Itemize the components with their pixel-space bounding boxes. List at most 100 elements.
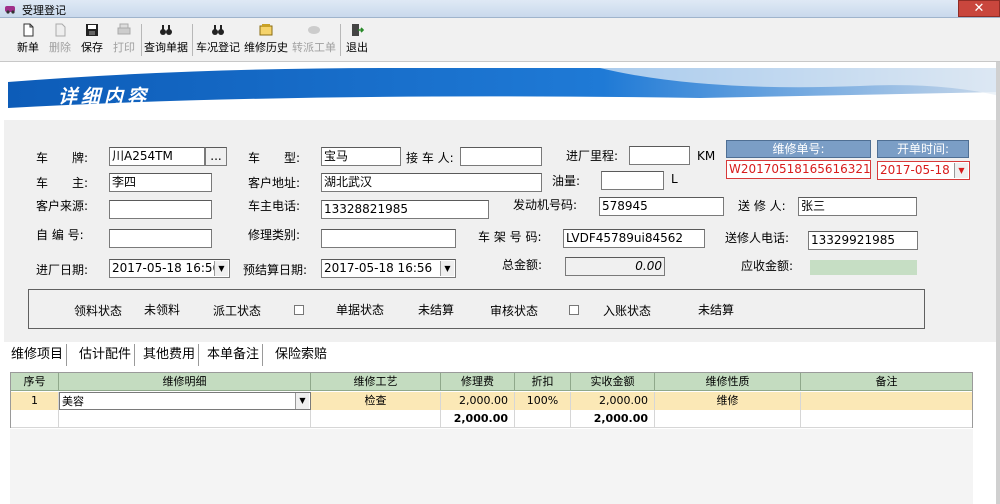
repair-type-input[interactable] [321, 229, 456, 248]
totals-cell [515, 410, 571, 428]
owner-label: 车 主: [36, 176, 89, 190]
repair-type-label: 修理类别: [248, 228, 301, 242]
column-header[interactable]: 实收金额 [571, 373, 655, 391]
exit-button[interactable]: 退出 [344, 22, 370, 58]
window-title: 受理登记 [22, 4, 66, 17]
column-header[interactable]: 修理费 [441, 373, 515, 391]
material-status-label: 领料状态 [74, 304, 123, 318]
chevron-down-icon[interactable]: ▼ [954, 163, 968, 178]
totals-cell [801, 410, 972, 428]
tab-estimated-parts[interactable]: 估计配件 [76, 344, 136, 366]
plate-input[interactable]: 川A254TM [109, 147, 205, 166]
toolbar-divider [340, 24, 341, 56]
total-label: 总金额: [502, 258, 543, 272]
car-register-button[interactable]: 车况登记 [196, 22, 240, 58]
open-time-header: 开单时间: [877, 140, 969, 158]
dispatch-status-label: 派工状态 [213, 304, 262, 318]
sender-phone-input[interactable]: 13329921985 [808, 231, 918, 250]
repair-history-button-label: 维修历史 [244, 41, 288, 54]
toolbar-divider [141, 24, 142, 56]
save-button-label: 保存 [81, 41, 103, 54]
column-header[interactable]: 备注 [801, 373, 972, 391]
address-label: 客户地址: [248, 176, 301, 190]
column-header[interactable]: 维修工艺 [311, 373, 441, 391]
binoculars-icon [212, 25, 224, 35]
sender-input[interactable]: 张三 [798, 197, 917, 216]
audit-status-checkbox[interactable] [569, 305, 579, 315]
column-header[interactable]: 维修明细 [59, 373, 311, 391]
delete-button[interactable]: 删除 [46, 22, 74, 58]
receivable-label: 应收金额: [741, 259, 794, 273]
tab-repair-items[interactable]: 维修项目 [8, 344, 68, 366]
mileage-input[interactable] [629, 146, 690, 165]
tab-other-fees[interactable]: 其他费用 [140, 344, 200, 366]
self-no-input[interactable] [109, 229, 212, 248]
posting-status-value: 未结算 [698, 303, 735, 317]
new-button[interactable]: 新单 [14, 22, 42, 58]
toolbar-divider [192, 24, 193, 56]
transfer-order-button[interactable]: 转派工单 [292, 22, 336, 58]
repair-detail-select[interactable]: 美容 ▼ [59, 392, 311, 410]
tab-bar: 维修项目 估计配件 其他费用 本单备注 保险索赔 [4, 344, 996, 366]
owner-phone-input[interactable]: 13328821985 [321, 200, 489, 219]
settle-date-select[interactable]: 2017-05-18 16:56 ▼ [321, 259, 456, 278]
transfer-icon [308, 26, 320, 34]
exit-button-label: 退出 [346, 41, 368, 54]
repair-fee-cell: 2,000.00 [441, 392, 515, 410]
print-button-label: 打印 [113, 41, 135, 54]
remark-cell [801, 392, 972, 410]
delete-icon [55, 23, 66, 37]
save-button[interactable]: 保存 [78, 22, 106, 58]
table-empty-area [10, 429, 973, 504]
repair-items-table: 序号 维修明细 维修工艺 修理费 折扣 实收金额 维修性质 备注 1 美容 ▼ … [10, 372, 973, 428]
mileage-unit: KM [697, 149, 716, 163]
total-actual-cell: 2,000.00 [571, 410, 655, 428]
row-index: 1 [11, 392, 59, 410]
repair-history-button[interactable]: 维修历史 [244, 22, 288, 58]
table-row[interactable]: 1 美容 ▼ 检查 2,000.00 100% 2,000.00 维修 [11, 392, 972, 410]
totals-row: 2,000.00 2,000.00 [11, 410, 972, 428]
total-value: 0.00 [565, 257, 665, 276]
open-time-select[interactable]: 2017-05-18 ▼ [877, 161, 970, 180]
print-button[interactable]: 打印 [110, 22, 138, 58]
query-button[interactable]: 查询单据 [144, 22, 188, 58]
source-input[interactable] [109, 200, 212, 219]
save-icon [86, 24, 98, 36]
bill-status-label: 单据状态 [336, 303, 385, 317]
order-no-header: 维修单号: [726, 140, 871, 158]
mileage-label: 进厂里程: [566, 149, 619, 163]
column-header[interactable]: 序号 [11, 373, 59, 391]
settle-date-label: 预结算日期: [243, 263, 308, 277]
discount-cell: 100% [515, 392, 571, 410]
model-input[interactable]: 宝马 [321, 147, 401, 166]
tab-notes[interactable]: 本单备注 [204, 344, 264, 366]
chevron-down-icon[interactable]: ▼ [440, 261, 454, 276]
plate-label: 车 牌: [36, 151, 89, 165]
address-input[interactable]: 湖北武汉 [321, 173, 542, 192]
exit-icon [352, 24, 364, 36]
total-fee-cell: 2,000.00 [441, 410, 515, 428]
frame-input[interactable]: LVDF45789ui84562 [563, 229, 705, 248]
tab-insurance-claim[interactable]: 保险索赔 [272, 344, 330, 366]
order-no-value: W201705181656163210 [726, 160, 871, 179]
column-header[interactable]: 维修性质 [655, 373, 801, 391]
window-titlebar: 受理登记 ✕ [0, 0, 1000, 18]
column-header[interactable]: 折扣 [515, 373, 571, 391]
material-status-value: 未领料 [144, 303, 181, 317]
owner-input[interactable]: 李四 [109, 173, 212, 192]
section-banner: 详细内容 [0, 62, 1000, 120]
entry-date-label: 进厂日期: [36, 263, 89, 277]
receiver-input[interactable] [460, 147, 542, 166]
plate-lookup-button[interactable]: ... [205, 147, 227, 166]
fuel-input[interactable] [601, 171, 664, 190]
engine-input[interactable]: 578945 [599, 197, 724, 216]
close-button[interactable]: ✕ [958, 0, 1000, 17]
chevron-down-icon[interactable]: ▼ [214, 261, 228, 276]
binoculars-icon [160, 25, 172, 35]
dispatch-status-checkbox[interactable] [294, 305, 304, 315]
entry-date-select[interactable]: 2017-05-18 16:56 ▼ [109, 259, 230, 278]
chevron-down-icon[interactable]: ▼ [295, 393, 309, 409]
totals-cell [11, 410, 59, 428]
entry-date-value: 2017-05-18 16:56 [112, 261, 221, 275]
owner-phone-label: 车主电话: [248, 199, 301, 213]
